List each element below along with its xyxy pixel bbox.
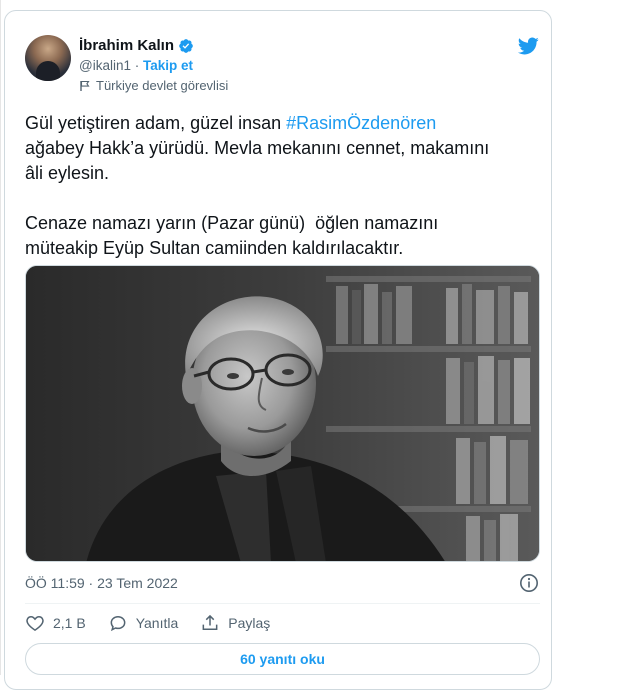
heart-icon — [26, 615, 44, 631]
divider — [25, 603, 540, 604]
verified-badge-icon — [179, 38, 193, 53]
author-name[interactable]: İbrahim Kalın — [79, 37, 174, 54]
account-label-row: Türkiye devlet görevlisi — [79, 78, 228, 93]
reply-label: Yanıtla — [135, 615, 179, 631]
reply-action-button[interactable]: Yanıtla — [108, 613, 179, 633]
read-replies-button[interactable]: 60 yanıtı oku — [25, 643, 540, 675]
tweet-timestamp[interactable]: ÖÖ 11:59 · 23 Tem 2022 — [25, 575, 178, 591]
action-bar: 2,1 B Yanıtla Paylaş — [25, 613, 292, 633]
share-button[interactable]: Paylaş — [200, 613, 270, 633]
speech-bubble-icon — [110, 615, 126, 632]
account-label: Türkiye devlet görevlisi — [96, 78, 229, 93]
handle-row: @ikalin1 · Takip et — [79, 58, 193, 73]
twitter-bird-icon[interactable] — [515, 35, 541, 57]
share-label: Paylaş — [228, 615, 271, 631]
author-handle[interactable]: @ikalin1 — [79, 58, 131, 73]
hashtag-link[interactable]: #RasimÖzdenören — [286, 113, 436, 133]
avatar[interactable] — [25, 35, 71, 81]
info-icon[interactable] — [519, 573, 539, 593]
like-count: 2,1 B — [53, 615, 86, 631]
portrait-photo — [26, 266, 539, 561]
separator-dot: · — [134, 58, 140, 73]
tweet-text: Gül yetiştiren adam, güzel insan #RasimÖ… — [25, 111, 540, 261]
read-replies-label: 60 yanıtı oku — [240, 651, 325, 667]
tweet-photo[interactable] — [25, 265, 540, 562]
like-button[interactable]: 2,1 B — [25, 613, 86, 633]
follow-button[interactable]: Takip et — [143, 58, 193, 73]
tweet-text-part1: Gül yetiştiren adam, güzel insan — [25, 113, 287, 133]
tweet-text-part2: ağabey Hakk’a yürüdü. Mevla mekanını cen… — [25, 138, 490, 258]
share-upload-icon — [202, 614, 218, 630]
author-name-row: İbrahim Kalın — [79, 37, 194, 54]
flag-icon — [80, 80, 90, 91]
tweet-card: İbrahim Kalın @ikalin1 · Takip et Türkiy… — [4, 10, 552, 690]
